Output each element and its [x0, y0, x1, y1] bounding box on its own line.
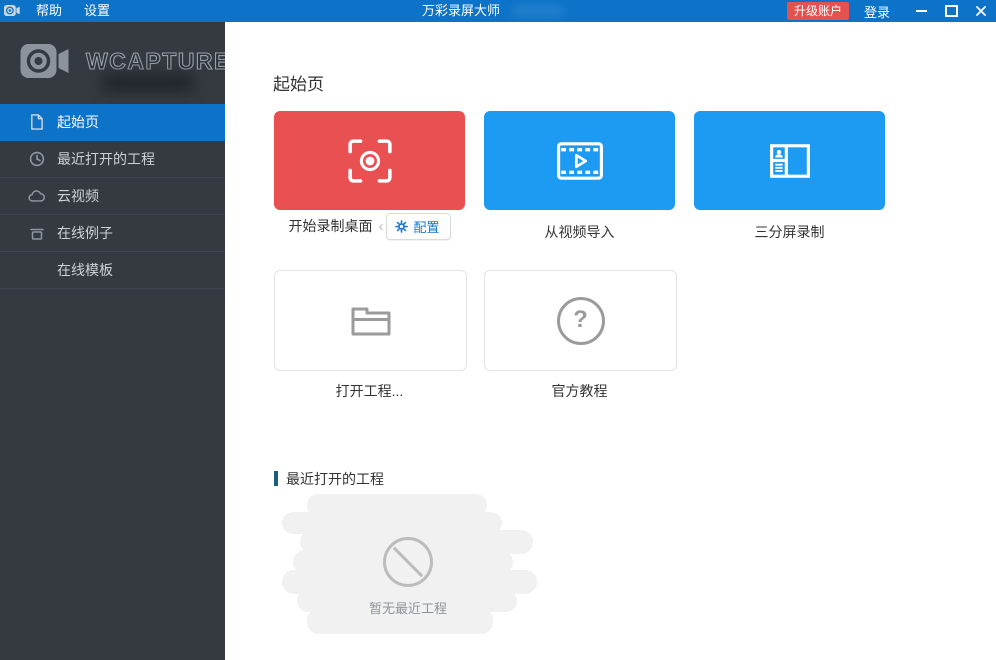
config-button-label: 配置 [413, 217, 439, 236]
clock-icon [28, 150, 45, 168]
start-record-label: 开始录制桌面 [288, 216, 372, 236]
maximize-icon [945, 5, 958, 17]
open-project-label: 打开工程... [274, 381, 465, 401]
sidebar-nav: 起始页 最近打开的工程 云视频 [0, 104, 225, 289]
question-mark-glyph: ? [573, 308, 588, 332]
gear-icon [395, 220, 408, 233]
no-recent-text: 暂无最近工程 [333, 598, 483, 617]
sidebar-item-start-page[interactable]: 起始页 [0, 104, 225, 141]
three-split-card[interactable] [694, 111, 885, 210]
folder-icon [347, 301, 395, 341]
minimize-icon [916, 10, 927, 12]
page-icon [28, 113, 45, 131]
sidebar-watermark [100, 74, 196, 92]
titlebar-menu: 帮助 设置 [27, 0, 123, 22]
tutorial-card[interactable]: ? [484, 270, 677, 371]
sidebar-item-label: 云视频 [57, 186, 99, 206]
sidebar-item-online-templates[interactable]: 在线模板 [0, 252, 225, 289]
recent-section-header: 最近打开的工程 [286, 469, 384, 489]
login-button[interactable]: 登录 [864, 2, 890, 21]
sidebar-item-online-examples[interactable]: 在线例子 [0, 215, 225, 252]
config-notch-icon: ‹ [378, 218, 383, 235]
open-project-card[interactable] [274, 270, 467, 371]
three-split-icon [769, 143, 811, 179]
titlebar: 帮助 设置 万彩录屏大师 升级账户 登录 [0, 0, 996, 22]
import-video-label: 从视频导入 [484, 222, 675, 242]
camera-logo-icon [20, 40, 73, 82]
menu-item-settings[interactable]: 设置 [75, 0, 119, 22]
start-record-label-row: 开始录制桌面 ‹ 配置 [264, 213, 475, 239]
app-window: 帮助 设置 万彩录屏大师 升级账户 登录 WCAPTURE [0, 0, 996, 660]
nav-icon-spacer [28, 261, 45, 279]
logo-text: WCAPTURE [86, 48, 231, 75]
window-title: 万彩录屏大师 [422, 0, 500, 22]
recent-header-bar [274, 471, 278, 486]
upgrade-account-button[interactable]: 升级账户 [787, 2, 849, 20]
sidebar-item-label: 起始页 [57, 112, 99, 132]
maximize-button[interactable] [936, 0, 966, 22]
record-viewfinder-icon [347, 138, 393, 184]
tutorial-label: 官方教程 [484, 381, 675, 401]
cloud-icon [28, 187, 45, 205]
close-button[interactable] [966, 0, 996, 22]
sidebar-item-recent-projects[interactable]: 最近打开的工程 [0, 141, 225, 178]
help-circle-icon: ? [557, 297, 605, 345]
sidebar-item-label: 在线例子 [57, 223, 113, 243]
page-title: 起始页 [273, 70, 324, 95]
import-video-card[interactable] [484, 111, 675, 210]
menu-item-help[interactable]: 帮助 [27, 0, 71, 22]
no-recent-slash [393, 547, 423, 577]
main-content: 起始页 [225, 22, 996, 660]
title-watermark [512, 5, 564, 17]
sidebar-item-label: 在线模板 [57, 260, 113, 280]
sidebar-item-cloud-video[interactable]: 云视频 [0, 178, 225, 215]
titlebar-controls: 升级账户 登录 [787, 0, 996, 22]
minimize-button[interactable] [906, 0, 936, 22]
film-import-icon [556, 141, 604, 181]
no-recent-icon [383, 537, 433, 587]
box-icon [28, 224, 45, 242]
three-split-label: 三分屏录制 [694, 222, 885, 242]
app-camera-icon [4, 3, 21, 23]
sidebar-item-label: 最近打开的工程 [57, 149, 155, 169]
close-icon [975, 5, 987, 17]
start-record-card[interactable] [274, 111, 465, 210]
config-button[interactable]: 配置 [386, 213, 450, 240]
sidebar: WCAPTURE 起始页 最近 [0, 22, 225, 660]
